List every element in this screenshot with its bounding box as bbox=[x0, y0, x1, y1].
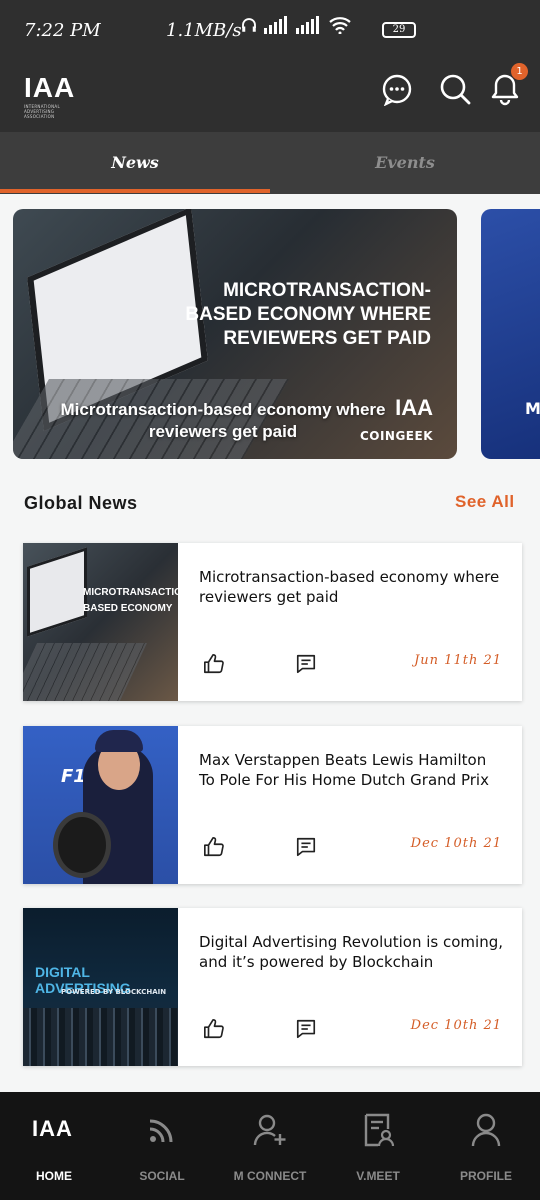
thumbs-up-icon[interactable] bbox=[203, 1018, 225, 1040]
thumbnail-text: MICROTRANSACTION-BASED ECONOMY WHERE REV… bbox=[83, 587, 178, 614]
add-user-icon bbox=[253, 1114, 286, 1146]
rss-icon bbox=[149, 1119, 173, 1143]
status-time: 7:22 PM bbox=[24, 20, 101, 41]
thumbnail-subtext: POWERED BY BLOCKCHAIN bbox=[61, 988, 167, 996]
logo-subtitle: INTERNATIONAL ADVERTISING ASSOCIATION bbox=[24, 104, 60, 119]
slide-peek-text: M bbox=[525, 399, 540, 418]
nav-item-v-meet[interactable]: V.MEET bbox=[324, 1092, 432, 1200]
logo-text: IAA bbox=[24, 72, 76, 103]
see-all-link[interactable]: See All bbox=[455, 492, 515, 512]
news-card[interactable]: F1 Max Verstappen Beats Lewis Hamilton T… bbox=[23, 726, 522, 884]
signal-icon-2 bbox=[296, 16, 319, 34]
news-title: Max Verstappen Beats Lewis Hamilton To P… bbox=[199, 751, 489, 789]
nav-item-m-connect[interactable]: M CONNECT bbox=[216, 1092, 324, 1200]
document-user-icon bbox=[364, 1113, 395, 1147]
news-date: Jun 11th 21 bbox=[414, 653, 502, 668]
wifi-icon bbox=[329, 17, 351, 34]
status-icons bbox=[240, 16, 352, 34]
thumbs-up-icon[interactable] bbox=[203, 836, 225, 858]
user-icon bbox=[471, 1113, 501, 1147]
nav-label: M CONNECT bbox=[233, 1169, 307, 1183]
slide-watermark-text: COINGEEK bbox=[359, 429, 433, 443]
carousel-slide[interactable]: MICROTRANSACTION-BASED ECONOMY WHERE REV… bbox=[13, 209, 457, 459]
signal-icon bbox=[264, 16, 287, 34]
news-title: Digital Advertising Revolution is coming… bbox=[199, 933, 503, 971]
nav-item-profile[interactable]: PROFILE bbox=[432, 1092, 540, 1200]
nav-label: HOME bbox=[36, 1169, 72, 1183]
laptop-keyboard-image bbox=[23, 643, 147, 701]
active-tab-indicator bbox=[0, 189, 270, 193]
slide-overlay-title: MICROTRANSACTION-BASED ECONOMY WHERE REV… bbox=[185, 280, 431, 349]
news-card[interactable]: DIGITAL ADVERTISING POWERED BY BLOCKCHAI… bbox=[23, 908, 522, 1066]
slide-watermark-logo: IAA bbox=[395, 395, 433, 420]
nav-label: SOCIAL bbox=[139, 1169, 185, 1183]
app-header: IAA INTERNATIONAL ADVERTISING ASSOCIATIO… bbox=[0, 62, 540, 132]
featured-carousel[interactable]: MICROTRANSACTION-BASED ECONOMY WHERE REV… bbox=[0, 194, 540, 470]
status-bar: 7:22 PM 1.1MB/s 29 bbox=[0, 0, 540, 62]
laptop-screen-image bbox=[27, 547, 87, 637]
nav-label: PROFILE bbox=[459, 1169, 512, 1183]
comment-icon[interactable] bbox=[295, 836, 317, 858]
headphones-icon bbox=[242, 18, 256, 32]
chat-icon[interactable] bbox=[380, 72, 414, 106]
carousel-slide-next[interactable]: M bbox=[481, 209, 540, 459]
nav-item-home[interactable]: IAA HOME bbox=[0, 1092, 108, 1200]
notification-badge: 1 bbox=[511, 63, 528, 80]
comment-icon[interactable] bbox=[295, 1018, 317, 1040]
status-network-speed: 1.1MB/s bbox=[166, 20, 242, 41]
news-thumbnail: DIGITAL ADVERTISING POWERED BY BLOCKCHAI… bbox=[23, 908, 178, 1066]
bottom-nav: IAA HOME SOCIAL M CONNECT V.MEET PROFILE bbox=[0, 1092, 540, 1200]
nav-label: V.MEET bbox=[356, 1169, 400, 1183]
city-skyline-image bbox=[23, 1008, 178, 1066]
slide-caption: Microtransaction-based economy where rev… bbox=[60, 400, 386, 441]
thumbs-up-icon[interactable] bbox=[203, 653, 225, 675]
nav-item-social[interactable]: SOCIAL bbox=[108, 1092, 216, 1200]
news-thumbnail: MICROTRANSACTION-BASED ECONOMY WHERE REV… bbox=[23, 543, 178, 701]
news-title: Microtransaction-based economy where rev… bbox=[199, 568, 500, 606]
battery-icon: 29 bbox=[382, 22, 416, 38]
driver-cap-image bbox=[95, 730, 143, 752]
news-date: Dec 10th 21 bbox=[410, 1018, 502, 1033]
search-icon[interactable] bbox=[438, 72, 472, 106]
iaa-logo: IAA INTERNATIONAL ADVERTISING ASSOCIATIO… bbox=[24, 72, 84, 120]
news-date: Dec 10th 21 bbox=[410, 836, 502, 851]
tab-bar: News Events bbox=[0, 132, 540, 194]
comment-icon[interactable] bbox=[295, 653, 317, 675]
news-thumbnail: F1 bbox=[23, 726, 178, 884]
iaa-logo-icon: IAA bbox=[32, 1116, 73, 1141]
tab-events[interactable]: Events bbox=[270, 132, 540, 194]
news-card[interactable]: MICROTRANSACTION-BASED ECONOMY WHERE REV… bbox=[23, 543, 522, 701]
tyre-image bbox=[53, 812, 111, 878]
tab-news[interactable]: News bbox=[0, 132, 270, 194]
section-title: Global News bbox=[24, 493, 138, 513]
